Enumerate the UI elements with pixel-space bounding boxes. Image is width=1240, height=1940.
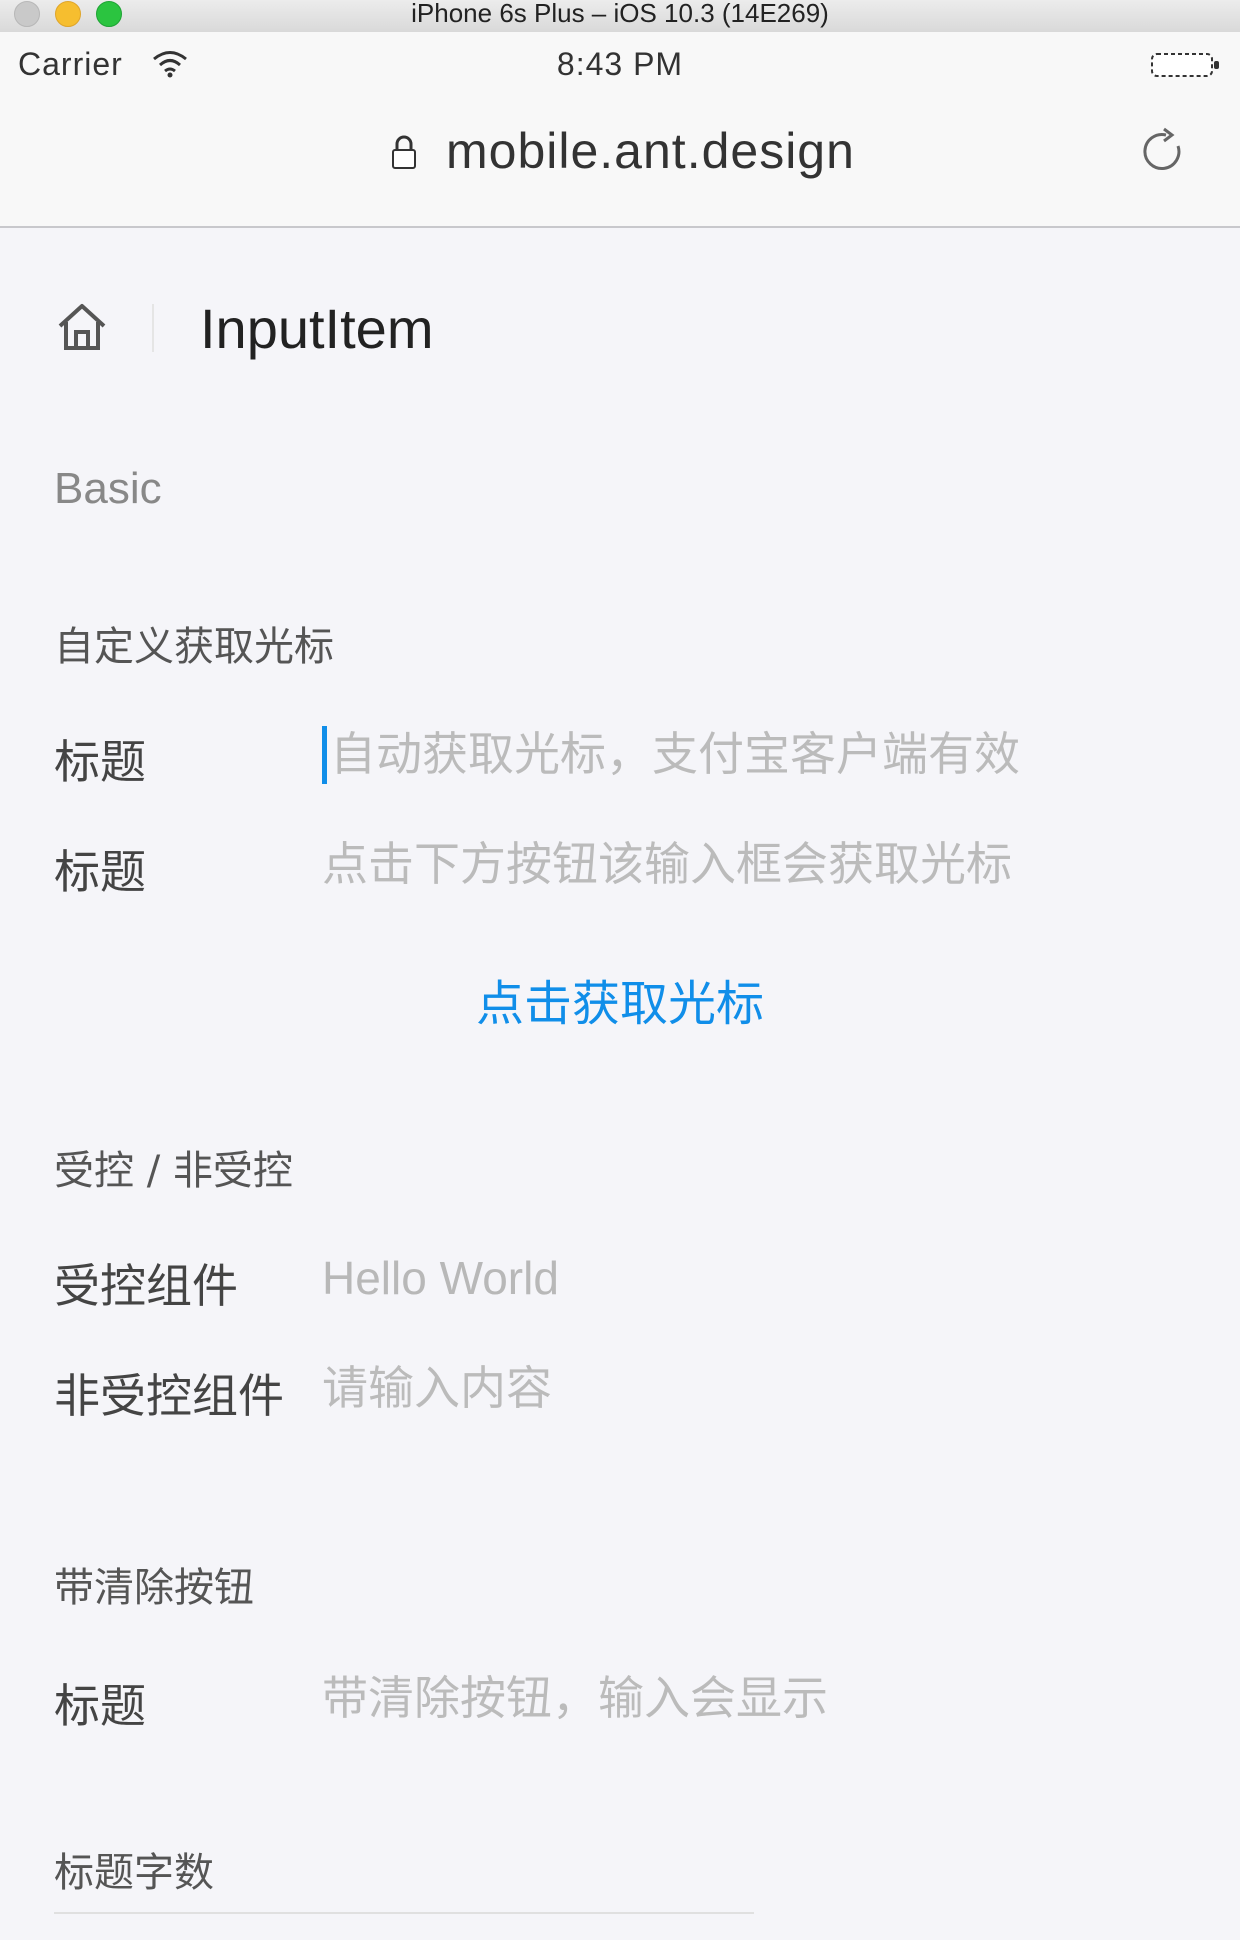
url-text[interactable]: mobile.ant.design (446, 122, 855, 180)
page-content: InputItem Basic 自定义获取光标 标题 标题 点击获取光标 受控 … (0, 228, 1240, 1940)
input-row-clear: 标题 (54, 1648, 1240, 1748)
uncontrolled-input[interactable] (322, 1344, 1202, 1432)
autofocus-input[interactable] (322, 710, 1210, 798)
ios-status-bar: Carrier 8:43 PM (0, 32, 1240, 98)
input-row-uncontrolled: 非受控组件 (54, 1338, 1240, 1438)
nav-header: InputItem (0, 228, 1240, 428)
battery-icon (1151, 53, 1219, 77)
browser-address-bar[interactable]: mobile.ant.design (0, 98, 1240, 228)
input-row-controlled: 受控组件 (54, 1228, 1240, 1328)
demo-title-basic: Basic (54, 464, 162, 513)
input-label: 标题 (54, 735, 146, 789)
input-label: 受控组件 (54, 1259, 238, 1313)
controlled-input[interactable] (322, 1234, 1202, 1322)
section-title-controlled: 受控 / 非受控 (54, 1148, 293, 1194)
page-title: InputItem (200, 297, 434, 360)
click-focus-input[interactable] (322, 820, 1202, 908)
input-label: 非受控组件 (54, 1369, 284, 1423)
home-icon[interactable] (54, 298, 110, 354)
text-caret (322, 726, 327, 784)
status-time: 8:43 PM (556, 46, 684, 82)
simulator-titlebar: iPhone 6s Plus – iOS 10.3 (14E269) (0, 0, 1240, 33)
input-label: 标题 (54, 845, 146, 899)
input-label: 标题 (54, 1679, 146, 1733)
nav-divider (152, 304, 154, 352)
reload-icon[interactable] (1138, 126, 1188, 178)
clearable-input[interactable] (322, 1654, 1202, 1742)
simulator-window-title: iPhone 6s Plus – iOS 10.3 (14E269) (411, 0, 829, 28)
input-row-click-focus: 标题 (54, 814, 1240, 914)
list-divider (54, 1912, 754, 1914)
focus-input-button[interactable]: 点击获取光标 (0, 964, 1240, 1034)
section-title-title-length: 标题字数 (54, 1850, 214, 1896)
section-title-custom-focus: 自定义获取光标 (54, 624, 334, 670)
section-title-clear: 带清除按钮 (54, 1565, 254, 1611)
lock-icon (392, 135, 416, 169)
input-row-autofocus: 标题 (54, 704, 1240, 804)
